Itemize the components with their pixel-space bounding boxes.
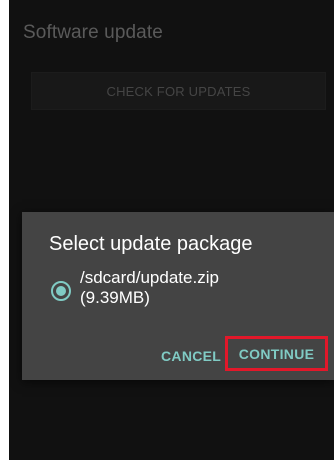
select-package-dialog: Select update package /sdcard/update.zip… — [22, 212, 334, 380]
package-option-label[interactable]: /sdcard/update.zip (9.39MB) — [80, 268, 260, 308]
radio-selected-icon[interactable] — [51, 281, 71, 301]
dialog-actions: CANCEL CONTINUE — [22, 330, 334, 380]
continue-button[interactable]: CONTINUE — [225, 336, 328, 371]
radio-dot — [56, 286, 66, 296]
dialog-title: Select update package — [49, 233, 253, 255]
screen: Software update CHECK FOR UPDATES Select… — [9, 0, 334, 460]
cancel-button[interactable]: CANCEL — [161, 348, 221, 364]
continue-label: CONTINUE — [238, 345, 315, 362]
package-option[interactable]: /sdcard/update.zip (9.39MB) — [51, 268, 260, 308]
